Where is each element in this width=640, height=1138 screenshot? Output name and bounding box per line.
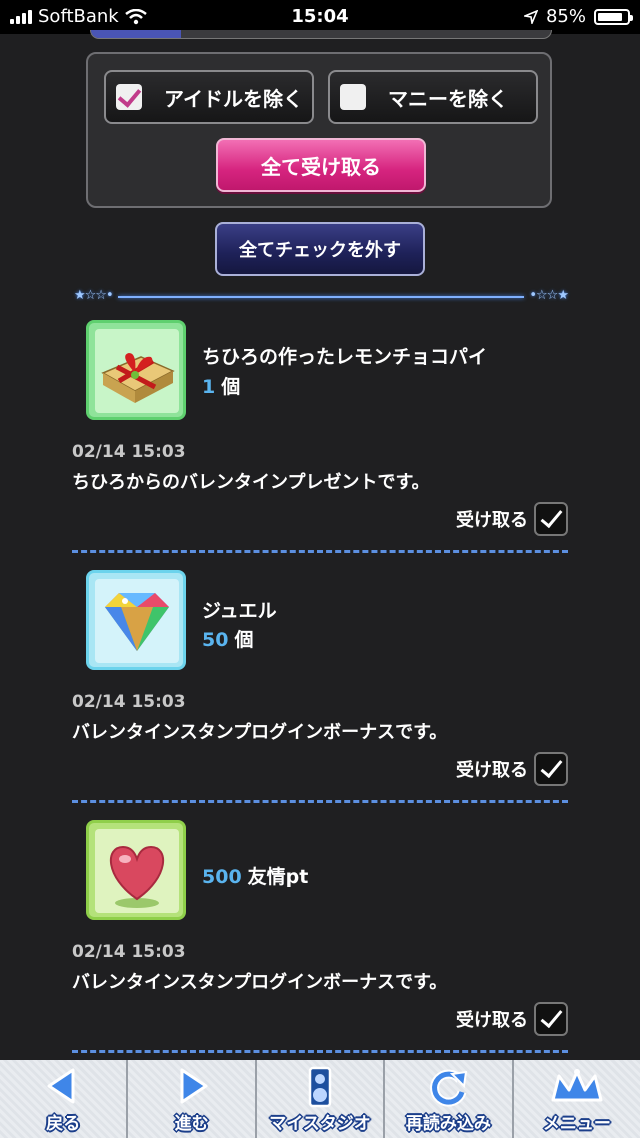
nav-forward-label: 進む xyxy=(174,1114,209,1134)
quantity-number: 500 xyxy=(202,866,242,888)
jewel-icon xyxy=(86,570,186,670)
exclude-idol-label: アイドルを除く xyxy=(164,86,303,111)
item-date: 02/14 15:03 xyxy=(72,442,186,462)
bottom-nav: 戻る 進む マイスタジオ 再読み込み メニュー xyxy=(0,1060,640,1138)
nav-back-label: 戻る xyxy=(46,1114,81,1134)
back-arrow-icon xyxy=(47,1068,75,1104)
receive-toggle[interactable]: 受け取る xyxy=(456,1002,568,1036)
item-name: ちひろの作ったレモンチョコパイ xyxy=(202,346,488,368)
speaker-icon xyxy=(308,1066,332,1108)
checkbox-icon xyxy=(116,84,142,110)
battery-percent: 85% xyxy=(545,6,586,27)
exclude-money-label: マニーを除く xyxy=(388,86,508,111)
nav-my-studio-button[interactable]: マイスタジオ xyxy=(256,1060,386,1138)
item-name-text: 友情pt xyxy=(247,866,309,888)
tab-strip xyxy=(90,30,552,39)
exclude-idol-checkbox[interactable]: アイドルを除く xyxy=(104,70,314,124)
quantity-number: 50 xyxy=(202,629,229,651)
nav-menu-label: メニュー xyxy=(542,1114,611,1134)
stars-left-icon: ★☆☆• xyxy=(74,288,114,303)
item-divider xyxy=(72,800,568,803)
item-quantity: 50 個 xyxy=(202,625,253,652)
present-item: ジュエル 50 個 02/14 15:03 バレンタインスタンプログインボーナスで… xyxy=(72,570,568,790)
checkmark-icon[interactable] xyxy=(534,752,568,786)
receive-label: 受け取る xyxy=(456,510,528,531)
reload-icon xyxy=(430,1069,468,1107)
nav-reload-button[interactable]: 再読み込み xyxy=(385,1060,514,1138)
item-date: 02/14 15:03 xyxy=(72,692,186,712)
battery-icon xyxy=(594,8,633,25)
status-bar: SoftBank 15:04 85% xyxy=(0,0,640,34)
item-name: 500 友情pt xyxy=(202,862,308,889)
checkbox-icon xyxy=(340,84,366,110)
gift-box-icon xyxy=(86,320,186,420)
menu-crown-icon xyxy=(551,1069,603,1102)
nav-reload-label: 再読み込み xyxy=(405,1114,491,1134)
quantity-unit: 個 xyxy=(234,629,254,651)
nav-forward-button[interactable]: 進む xyxy=(128,1060,257,1138)
status-right: 85% xyxy=(523,6,633,27)
checkmark-icon[interactable] xyxy=(534,1002,568,1036)
filter-panel: アイドルを除く マニーを除く 全て受け取る xyxy=(86,52,552,208)
location-arrow-icon xyxy=(523,9,538,24)
star-divider: ★☆☆• •☆☆★ xyxy=(74,288,569,306)
receive-all-button[interactable]: 全て受け取る xyxy=(216,138,426,192)
battery-fill xyxy=(598,12,622,21)
tab-active[interactable] xyxy=(91,30,181,38)
forward-arrow-icon xyxy=(180,1068,208,1104)
item-date: 02/14 15:03 xyxy=(72,942,186,962)
present-item: ちひろの作ったレモンチョコパイ 1個 02/14 15:03 ちひろからのバレン… xyxy=(72,320,568,540)
quantity-number: 1 xyxy=(202,376,216,398)
receive-toggle[interactable]: 受け取る xyxy=(456,752,568,786)
stars-right-icon: •☆☆★ xyxy=(529,288,569,303)
nav-my-studio-label: マイスタジオ xyxy=(269,1114,371,1134)
receive-label: 受け取る xyxy=(456,1010,528,1031)
nav-back-button[interactable]: 戻る xyxy=(0,1060,129,1138)
item-description: バレンタインスタンプログインボーナスです。 xyxy=(72,722,448,743)
item-divider xyxy=(72,550,568,553)
receive-label: 受け取る xyxy=(456,760,528,781)
receive-toggle[interactable]: 受け取る xyxy=(456,502,568,536)
checkmark-icon[interactable] xyxy=(534,502,568,536)
item-description: バレンタインスタンプログインボーナスです。 xyxy=(72,972,448,993)
divider-line xyxy=(118,296,524,298)
nav-menu-button[interactable]: メニュー xyxy=(513,1060,640,1138)
item-divider xyxy=(72,1050,568,1053)
item-description: ちひろからのバレンタインプレゼントです。 xyxy=(72,472,430,493)
item-name: ジュエル xyxy=(202,600,277,622)
item-quantity: 1個 xyxy=(202,372,240,399)
present-item: 500 友情pt 02/14 15:03 バレンタインスタンプログインボーナスです… xyxy=(72,820,568,1040)
exclude-money-checkbox[interactable]: マニーを除く xyxy=(328,70,538,124)
uncheck-all-button[interactable]: 全てチェックを外す xyxy=(215,222,425,276)
heart-icon xyxy=(86,820,186,920)
quantity-unit: 個 xyxy=(221,376,241,398)
